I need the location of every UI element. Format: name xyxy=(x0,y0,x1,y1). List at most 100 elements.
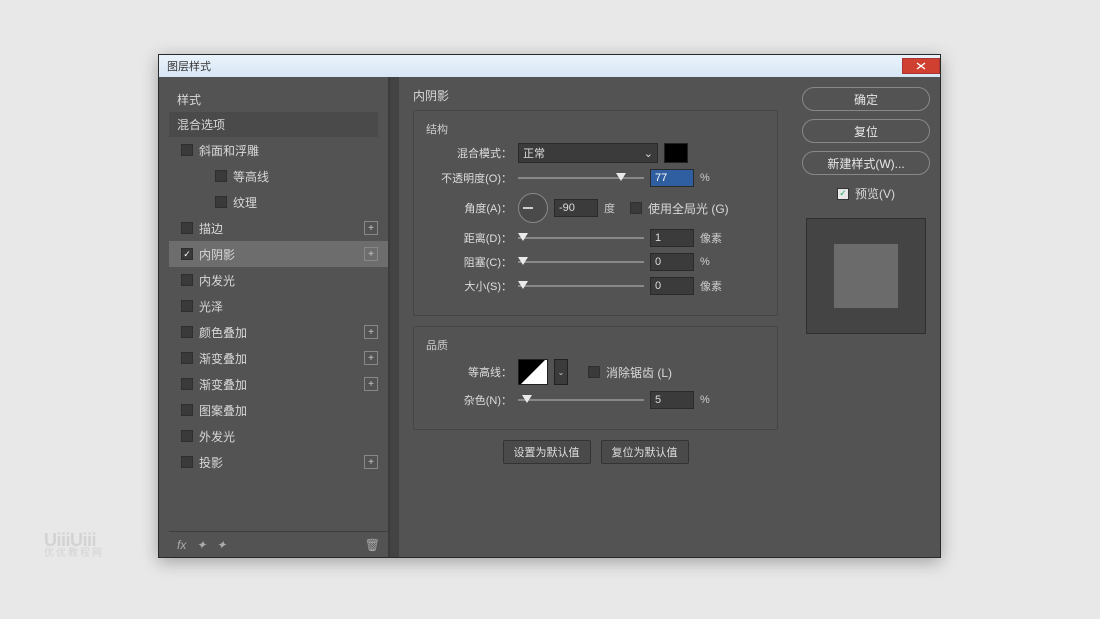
effect-checkbox-dropshadow[interactable] xyxy=(181,456,193,468)
global-light-label: 使用全局光 (G) xyxy=(648,200,729,217)
effect-label-innershadow: 内阴影 xyxy=(199,246,235,263)
reset-default-button[interactable]: 复位为默认值 xyxy=(601,440,689,464)
contour-label: 等高线： xyxy=(426,364,512,380)
choke-slider[interactable] xyxy=(518,255,644,269)
effect-row-bevel[interactable]: 斜面和浮雕 xyxy=(169,137,388,163)
distance-slider[interactable] xyxy=(518,231,644,245)
effect-row-texture[interactable]: 纹理 xyxy=(169,189,388,215)
effect-row-stroke[interactable]: 描边+ xyxy=(169,215,388,241)
choke-input[interactable]: 0 xyxy=(650,253,694,271)
effect-checkbox-bevel[interactable] xyxy=(181,144,193,156)
effect-row-satin[interactable]: 光泽 xyxy=(169,293,388,319)
effect-row-coloroverlay[interactable]: 颜色叠加 + xyxy=(169,319,388,345)
layer-style-window: 图层样式 样式 混合选项 斜面和浮雕等高线纹理描边+ 内阴影 + 内发光光泽颜色叠加 +… xyxy=(158,54,941,558)
effect-checkbox-contour[interactable] xyxy=(215,170,227,182)
angle-input[interactable]: -90 xyxy=(554,199,598,217)
size-input[interactable]: 0 xyxy=(650,277,694,295)
effect-list: 斜面和浮雕等高线纹理描边+ 内阴影 + 内发光光泽颜色叠加 + 渐变叠加 + 渐变叠加 + 图案叠… xyxy=(169,137,388,531)
effect-checkbox-outerglow[interactable] xyxy=(181,430,193,442)
distance-input[interactable]: 1 xyxy=(650,229,694,247)
effect-label-patternoverlay: 图案叠加 xyxy=(199,402,247,419)
angle-label: 角度(A)： xyxy=(426,200,512,216)
up-icon[interactable]: ✦ xyxy=(196,538,206,552)
styles-header[interactable]: 样式 xyxy=(169,87,388,112)
size-label: 大小(S)： xyxy=(426,278,512,294)
preview-label: 预览(V) xyxy=(855,185,895,202)
effect-row-gradientoverlay[interactable]: 渐变叠加 + xyxy=(169,345,388,371)
trash-icon[interactable]: 🗑 xyxy=(365,538,380,552)
shadow-color-swatch[interactable] xyxy=(664,143,688,163)
window-title: 图层样式 xyxy=(167,58,211,74)
effect-label-outerglow: 外发光 xyxy=(199,428,235,445)
antialias-checkbox[interactable] xyxy=(588,366,600,378)
blendmode-label: 混合模式： xyxy=(426,145,512,161)
right-panel: 确定 复位 新建样式(W)... 预览(V) xyxy=(792,77,940,557)
scrollbar[interactable] xyxy=(389,77,399,557)
close-button[interactable] xyxy=(902,58,940,74)
effect-checkbox-innerglow[interactable] xyxy=(181,274,193,286)
add-effect-icon[interactable]: + xyxy=(364,247,378,261)
choke-unit: % xyxy=(700,256,720,268)
effect-checkbox-patternoverlay[interactable] xyxy=(181,404,193,416)
effect-row-innershadow[interactable]: 内阴影 + xyxy=(169,241,388,267)
contour-picker[interactable] xyxy=(518,359,548,385)
effect-checkbox-texture[interactable] xyxy=(215,196,227,208)
add-effect-icon[interactable]: + xyxy=(364,455,378,469)
effect-checkbox-gradientoverlay[interactable] xyxy=(181,352,193,364)
fx-icon[interactable]: fx xyxy=(177,538,186,552)
effect-checkbox-stroke[interactable] xyxy=(181,222,193,234)
angle-unit: 度 xyxy=(604,200,624,216)
contour-dropdown[interactable]: ⌄ xyxy=(554,359,568,385)
left-footer: fx ✦ ✦ 🗑 xyxy=(169,531,388,557)
watermark-sub: 优优教程网 xyxy=(44,549,104,559)
effect-label-dropshadow: 投影 xyxy=(199,454,223,471)
effect-label-satin: 光泽 xyxy=(199,298,223,315)
distance-label: 距离(D)： xyxy=(426,230,512,246)
antialias-label: 消除锯齿 (L) xyxy=(606,364,672,381)
effect-row-dropshadow[interactable]: 投影 + xyxy=(169,449,388,475)
global-light-checkbox[interactable] xyxy=(630,202,642,214)
opacity-label: 不透明度(O)： xyxy=(426,170,512,186)
effect-checkbox-gradientoverlay2[interactable] xyxy=(181,378,193,390)
add-effect-icon[interactable]: + xyxy=(364,221,378,235)
effect-row-contour[interactable]: 等高线 xyxy=(169,163,388,189)
effect-label-gradientoverlay2: 渐变叠加 xyxy=(199,376,247,393)
blendmode-select[interactable]: 正常 ⌄ xyxy=(518,143,658,163)
effect-row-outerglow[interactable]: 外发光 xyxy=(169,423,388,449)
cancel-button[interactable]: 复位 xyxy=(802,119,930,143)
noise-input[interactable]: 5 xyxy=(650,391,694,409)
size-slider[interactable] xyxy=(518,279,644,293)
effect-label-innerglow: 内发光 xyxy=(199,272,235,289)
effect-checkbox-satin[interactable] xyxy=(181,300,193,312)
preview-checkbox[interactable] xyxy=(837,188,849,200)
effect-row-gradientoverlay2[interactable]: 渐变叠加 + xyxy=(169,371,388,397)
angle-dial[interactable] xyxy=(518,193,548,223)
choke-label: 阻塞(C)： xyxy=(426,254,512,270)
effect-checkbox-coloroverlay[interactable] xyxy=(181,326,193,338)
noise-label: 杂色(N)： xyxy=(426,392,512,408)
blending-options[interactable]: 混合选项 xyxy=(169,112,378,137)
preview-box xyxy=(806,218,926,334)
quality-group: 品质 等高线： ⌄ 消除锯齿 (L) 杂色(N)： 5 % xyxy=(413,326,778,430)
effect-row-innerglow[interactable]: 内发光 xyxy=(169,267,388,293)
effect-row-patternoverlay[interactable]: 图案叠加 xyxy=(169,397,388,423)
new-style-button[interactable]: 新建样式(W)... xyxy=(802,151,930,175)
opacity-slider[interactable] xyxy=(518,171,644,185)
styles-panel: 样式 混合选项 斜面和浮雕等高线纹理描边+ 内阴影 + 内发光光泽颜色叠加 + 渐变叠加 +… xyxy=(159,77,389,557)
effect-label-gradientoverlay: 渐变叠加 xyxy=(199,350,247,367)
effect-label-coloroverlay: 颜色叠加 xyxy=(199,324,247,341)
preview-swatch xyxy=(834,244,898,308)
size-unit: 像素 xyxy=(700,278,728,294)
titlebar[interactable]: 图层样式 xyxy=(159,55,940,77)
add-effect-icon[interactable]: + xyxy=(364,325,378,339)
noise-slider[interactable] xyxy=(518,393,644,407)
effect-checkbox-innershadow[interactable] xyxy=(181,248,193,260)
make-default-button[interactable]: 设置为默认值 xyxy=(503,440,591,464)
add-effect-icon[interactable]: + xyxy=(364,351,378,365)
ok-button[interactable]: 确定 xyxy=(802,87,930,111)
down-icon[interactable]: ✦ xyxy=(216,538,226,552)
noise-unit: % xyxy=(700,394,720,406)
opacity-input[interactable]: 77 xyxy=(650,169,694,187)
add-effect-icon[interactable]: + xyxy=(364,377,378,391)
structure-group: 结构 混合模式： 正常 ⌄ 不透明度(O)： 77 % 角度(A)： xyxy=(413,110,778,316)
